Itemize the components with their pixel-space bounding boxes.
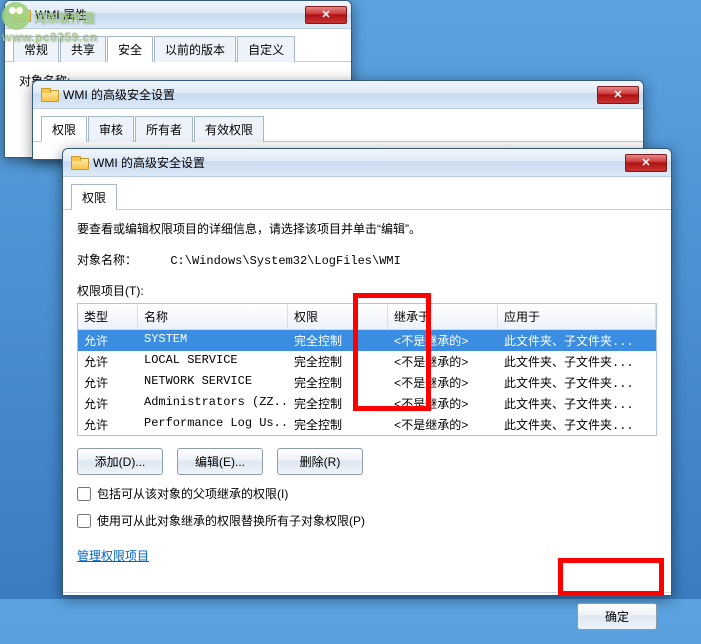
close-icon[interactable] bbox=[597, 86, 639, 104]
object-name-label: 对象名称： bbox=[77, 253, 137, 267]
col-inherit[interactable]: 继承于 bbox=[388, 304, 498, 329]
list-header: 类型 名称 权限 继承于 应用于 bbox=[78, 304, 656, 330]
window-title: WMI 的高级安全设置 bbox=[93, 154, 625, 171]
tab-security[interactable]: 安全 bbox=[107, 36, 153, 62]
tab-share[interactable]: 共享 bbox=[60, 36, 106, 62]
include-inherit-label: 包括可从该对象的父项继承的权限(I) bbox=[97, 485, 288, 502]
table-row[interactable]: 允许Administrators (ZZ...完全控制<不是继承的>此文件夹、子… bbox=[78, 393, 656, 414]
table-row[interactable]: 允许NETWORK SERVICE完全控制<不是继承的>此文件夹、子文件夹... bbox=[78, 372, 656, 393]
remove-button[interactable]: 删除(R) bbox=[277, 448, 363, 475]
col-apply[interactable]: 应用于 bbox=[498, 304, 656, 329]
edit-button[interactable]: 编辑(E)... bbox=[177, 448, 263, 475]
tab-audit[interactable]: 审核 bbox=[88, 116, 134, 142]
window-title: WMI 属性 bbox=[35, 6, 305, 23]
intro-text: 要查看或编辑权限项目的详细信息，请选择该项目并单击“编辑”。 bbox=[77, 220, 657, 237]
dialog-content: 要查看或编辑权限项目的详细信息，请选择该项目并单击“编辑”。 对象名称： C:\… bbox=[63, 210, 671, 574]
window-advanced-security-2: WMI 的高级安全设置 权限 要查看或编辑权限项目的详细信息，请选择该项目并单击… bbox=[62, 148, 672, 596]
table-row[interactable]: 允许SYSTEM完全控制<不是继承的>此文件夹、子文件夹... bbox=[78, 330, 656, 351]
items-label: 权限项目(T): bbox=[77, 282, 657, 299]
table-row[interactable]: 允许Performance Log Us...完全控制<不是继承的>此文件夹、子… bbox=[78, 414, 656, 435]
permissions-list[interactable]: 类型 名称 权限 继承于 应用于 允许SYSTEM完全控制<不是继承的>此文件夹… bbox=[77, 303, 657, 436]
include-inherit-checkbox[interactable] bbox=[77, 487, 91, 501]
tabbar: 权限 审核 所有者 有效权限 bbox=[33, 109, 643, 142]
folder-icon bbox=[13, 8, 29, 22]
tab-general[interactable]: 常规 bbox=[13, 36, 59, 62]
close-icon[interactable] bbox=[625, 154, 667, 172]
col-name[interactable]: 名称 bbox=[138, 304, 288, 329]
tabbar: 权限 bbox=[63, 177, 671, 210]
tab-permissions[interactable]: 权限 bbox=[71, 184, 117, 210]
titlebar[interactable]: WMI 的高级安全设置 bbox=[63, 149, 671, 177]
titlebar[interactable]: WMI 属性 bbox=[5, 1, 351, 29]
folder-icon bbox=[71, 156, 87, 170]
table-row[interactable]: 允许LOCAL SERVICE完全控制<不是继承的>此文件夹、子文件夹... bbox=[78, 351, 656, 372]
tabbar: 常规 共享 安全 以前的版本 自定义 bbox=[5, 29, 351, 62]
col-type[interactable]: 类型 bbox=[78, 304, 138, 329]
close-icon[interactable] bbox=[305, 6, 347, 24]
replace-child-label: 使用可从此对象继承的权限替换所有子对象权限(P) bbox=[97, 512, 365, 529]
titlebar[interactable]: WMI 的高级安全设置 bbox=[33, 81, 643, 109]
tab-effective[interactable]: 有效权限 bbox=[194, 116, 264, 142]
tab-custom[interactable]: 自定义 bbox=[237, 36, 295, 62]
window-title: WMI 的高级安全设置 bbox=[63, 86, 597, 103]
ok-button[interactable]: 确定 bbox=[577, 603, 657, 630]
tab-previous[interactable]: 以前的版本 bbox=[154, 36, 236, 62]
tab-owner[interactable]: 所有者 bbox=[135, 116, 193, 142]
manage-permissions-link[interactable]: 管理权限项目 bbox=[77, 549, 149, 563]
col-perm[interactable]: 权限 bbox=[288, 304, 388, 329]
add-button[interactable]: 添加(D)... bbox=[77, 448, 163, 475]
object-path: C:\Windows\System32\LogFiles\WMI bbox=[170, 254, 400, 268]
folder-icon bbox=[41, 88, 57, 102]
replace-child-checkbox[interactable] bbox=[77, 514, 91, 528]
tab-permissions[interactable]: 权限 bbox=[41, 116, 87, 142]
